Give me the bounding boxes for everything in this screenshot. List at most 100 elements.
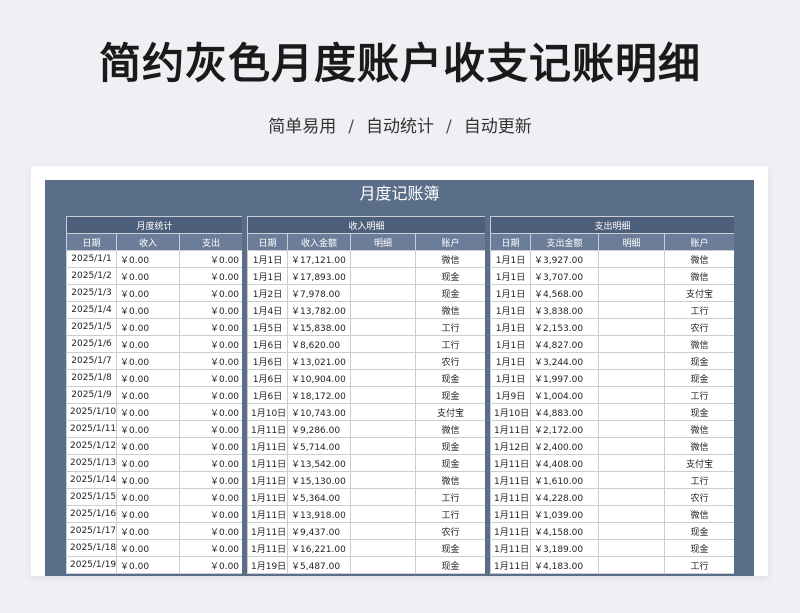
table-cell[interactable] bbox=[350, 369, 416, 387]
table-cell[interactable]: 现金 bbox=[663, 369, 734, 387]
table-cell[interactable]: 现金 bbox=[414, 556, 485, 574]
table-cell[interactable]: ￥0.00 bbox=[116, 488, 180, 506]
table-cell[interactable]: 1月1日 bbox=[247, 267, 288, 285]
table-cell[interactable]: ￥0.00 bbox=[116, 471, 180, 489]
table-cell[interactable]: 微信 bbox=[663, 250, 734, 268]
table-cell[interactable]: ￥0.00 bbox=[178, 301, 242, 319]
table-cell[interactable]: ￥0.00 bbox=[178, 267, 242, 285]
table-cell[interactable]: 1月11日 bbox=[247, 454, 288, 472]
table-cell[interactable]: ￥0.00 bbox=[116, 335, 180, 353]
table-cell[interactable]: ￥8,620.00 bbox=[287, 335, 351, 353]
table-cell[interactable] bbox=[598, 284, 665, 302]
table-cell[interactable]: 1月11日 bbox=[247, 522, 288, 540]
table-cell[interactable]: ￥0.00 bbox=[116, 522, 180, 540]
table-cell[interactable]: ￥16,221.00 bbox=[287, 539, 351, 557]
table-cell[interactable]: ￥3,707.00 bbox=[530, 267, 599, 285]
table-cell[interactable]: 工行 bbox=[414, 488, 485, 506]
table-cell[interactable] bbox=[598, 335, 665, 353]
table-cell[interactable]: ￥15,130.00 bbox=[287, 471, 351, 489]
table-cell[interactable]: ￥0.00 bbox=[116, 369, 180, 387]
table-cell[interactable]: ￥0.00 bbox=[116, 420, 180, 438]
table-cell[interactable]: 农行 bbox=[414, 352, 485, 370]
table-cell[interactable]: ￥0.00 bbox=[178, 505, 242, 523]
table-cell[interactable]: 工行 bbox=[414, 335, 485, 353]
table-cell[interactable] bbox=[350, 250, 416, 268]
table-cell[interactable]: ￥4,228.00 bbox=[530, 488, 599, 506]
table-cell[interactable]: 1月10日 bbox=[490, 403, 531, 421]
table-cell[interactable] bbox=[350, 267, 416, 285]
table-cell[interactable]: 1月12日 bbox=[490, 437, 531, 455]
table-cell[interactable]: 1月1日 bbox=[490, 301, 531, 319]
table-cell[interactable]: 2025/1/13 bbox=[66, 454, 117, 472]
table-cell[interactable] bbox=[350, 386, 416, 404]
table-cell[interactable]: ￥4,883.00 bbox=[530, 403, 599, 421]
table-cell[interactable] bbox=[598, 318, 665, 336]
table-cell[interactable] bbox=[598, 267, 665, 285]
table-cell[interactable]: ￥0.00 bbox=[116, 556, 180, 574]
table-cell[interactable]: ￥2,153.00 bbox=[530, 318, 599, 336]
table-cell[interactable] bbox=[598, 403, 665, 421]
table-cell[interactable]: 2025/1/15 bbox=[66, 488, 117, 506]
table-cell[interactable] bbox=[350, 539, 416, 557]
table-cell[interactable]: ￥9,437.00 bbox=[287, 522, 351, 540]
table-cell[interactable]: ￥0.00 bbox=[116, 437, 180, 455]
table-cell[interactable]: ￥5,714.00 bbox=[287, 437, 351, 455]
table-cell[interactable]: 2025/1/11 bbox=[66, 420, 117, 438]
table-cell[interactable]: 1月11日 bbox=[490, 539, 531, 557]
table-cell[interactable]: 2025/1/2 bbox=[66, 267, 117, 285]
table-cell[interactable]: 1月5日 bbox=[247, 318, 288, 336]
table-cell[interactable] bbox=[350, 488, 416, 506]
table-cell[interactable]: 1月10日 bbox=[247, 403, 288, 421]
table-cell[interactable] bbox=[350, 284, 416, 302]
table-cell[interactable] bbox=[350, 318, 416, 336]
table-cell[interactable]: 工行 bbox=[663, 471, 734, 489]
table-cell[interactable]: 工行 bbox=[414, 318, 485, 336]
table-cell[interactable]: 1月6日 bbox=[247, 335, 288, 353]
table-cell[interactable] bbox=[598, 369, 665, 387]
table-cell[interactable] bbox=[350, 471, 416, 489]
table-cell[interactable]: 微信 bbox=[663, 437, 734, 455]
table-cell[interactable]: 微信 bbox=[414, 471, 485, 489]
table-cell[interactable]: 1月2日 bbox=[247, 284, 288, 302]
table-cell[interactable]: ￥0.00 bbox=[116, 284, 180, 302]
table-cell[interactable]: 1月1日 bbox=[490, 369, 531, 387]
table-cell[interactable]: 1月9日 bbox=[490, 386, 531, 404]
table-cell[interactable]: ￥0.00 bbox=[178, 386, 242, 404]
table-cell[interactable]: ￥0.00 bbox=[178, 369, 242, 387]
table-cell[interactable] bbox=[598, 556, 665, 574]
table-cell[interactable]: 2025/1/4 bbox=[66, 301, 117, 319]
table-cell[interactable]: 微信 bbox=[663, 505, 734, 523]
table-cell[interactable]: 1月1日 bbox=[490, 250, 531, 268]
table-cell[interactable]: ￥10,904.00 bbox=[287, 369, 351, 387]
table-cell[interactable]: ￥2,172.00 bbox=[530, 420, 599, 438]
table-cell[interactable]: ￥0.00 bbox=[178, 539, 242, 557]
table-cell[interactable]: 2025/1/6 bbox=[66, 335, 117, 353]
table-cell[interactable]: ￥3,244.00 bbox=[530, 352, 599, 370]
table-cell[interactable]: 1月1日 bbox=[490, 267, 531, 285]
table-cell[interactable]: 1月1日 bbox=[490, 284, 531, 302]
table-cell[interactable]: 农行 bbox=[414, 522, 485, 540]
table-cell[interactable]: ￥1,039.00 bbox=[530, 505, 599, 523]
table-cell[interactable]: 现金 bbox=[414, 284, 485, 302]
table-cell[interactable] bbox=[598, 539, 665, 557]
table-cell[interactable]: 2025/1/17 bbox=[66, 522, 117, 540]
table-cell[interactable]: ￥4,408.00 bbox=[530, 454, 599, 472]
table-cell[interactable]: ￥13,021.00 bbox=[287, 352, 351, 370]
table-cell[interactable] bbox=[598, 386, 665, 404]
table-cell[interactable]: ￥7,978.00 bbox=[287, 284, 351, 302]
table-cell[interactable]: 1月1日 bbox=[490, 318, 531, 336]
table-cell[interactable]: 1月1日 bbox=[490, 335, 531, 353]
table-cell[interactable]: 现金 bbox=[663, 522, 734, 540]
table-cell[interactable]: ￥4,183.00 bbox=[530, 556, 599, 574]
table-cell[interactable] bbox=[598, 505, 665, 523]
table-cell[interactable]: 1月11日 bbox=[490, 471, 531, 489]
table-cell[interactable] bbox=[598, 250, 665, 268]
table-cell[interactable]: ￥15,838.00 bbox=[287, 318, 351, 336]
table-cell[interactable]: ￥0.00 bbox=[116, 301, 180, 319]
table-cell[interactable]: 1月11日 bbox=[247, 471, 288, 489]
table-cell[interactable]: 2025/1/7 bbox=[66, 352, 117, 370]
table-cell[interactable]: 2025/1/12 bbox=[66, 437, 117, 455]
table-cell[interactable]: 1月11日 bbox=[247, 437, 288, 455]
table-cell[interactable]: ￥5,364.00 bbox=[287, 488, 351, 506]
table-cell[interactable]: ￥5,487.00 bbox=[287, 556, 351, 574]
